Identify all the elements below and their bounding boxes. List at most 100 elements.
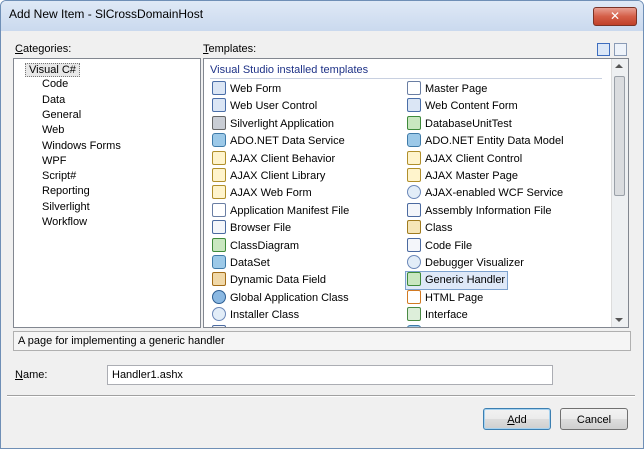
category-item[interactable]: Reporting	[42, 185, 90, 197]
template-item[interactable]: DataSet	[212, 255, 270, 272]
title-bar: Add New Item - SlCrossDomainHost ✕	[1, 1, 643, 31]
category-item[interactable]: Windows Forms	[42, 140, 121, 152]
ajax-icon	[407, 150, 421, 165]
template-item[interactable]: AJAX Client Library	[212, 168, 325, 185]
template-label: DatabaseUnitTest	[425, 117, 512, 130]
template-item[interactable]: Application Manifest File	[212, 202, 350, 220]
template-item[interactable]: Silverlight Application	[212, 115, 334, 133]
template-item[interactable]: Assembly Information File	[407, 202, 552, 220]
category-item[interactable]: Web	[42, 124, 64, 136]
scroll-down-icon[interactable]	[615, 318, 623, 322]
category-item[interactable]: Code	[42, 78, 68, 90]
template-item[interactable]: Web User Control	[212, 98, 317, 115]
interface-icon	[407, 307, 421, 322]
template-item[interactable]: ADO.NET Data Service	[212, 133, 345, 150]
class-icon	[407, 220, 421, 235]
unit-test-icon	[407, 115, 421, 130]
template-label: Code File	[425, 239, 473, 252]
category-item[interactable]: General	[42, 109, 81, 121]
template-item[interactable]: Global Application Class	[212, 289, 349, 307]
templates-list[interactable]: Visual Studio installed templates Web Fo…	[203, 58, 629, 328]
category-item[interactable]: Visual C#	[25, 63, 80, 77]
template-item[interactable]: Installer Class	[212, 307, 299, 324]
template-label: Installer Class	[230, 309, 300, 322]
add-button[interactable]: Add	[483, 408, 551, 430]
name-input[interactable]: Handler1.ashx	[107, 365, 553, 385]
category-item[interactable]: Script#	[42, 170, 76, 182]
ajax-icon	[212, 150, 226, 165]
add-new-item-dialog: Add New Item - SlCrossDomainHost ✕ Categ…	[0, 0, 644, 449]
template-label: ADO.NET Data Service	[230, 135, 345, 148]
category-item[interactable]: Workflow	[42, 216, 87, 228]
template-item[interactable]: Debugger Visualizer	[407, 255, 524, 272]
web-user-control-icon	[212, 98, 226, 113]
template-label: HTML Page	[425, 291, 484, 304]
template-item[interactable]: HTML Page	[407, 289, 484, 307]
ajax-icon	[212, 185, 226, 200]
template-item[interactable]: Interface	[407, 307, 468, 324]
template-item[interactable]: Dynamic Data Field	[212, 272, 326, 289]
wcf-icon	[407, 185, 421, 200]
templates-label: Templates:	[203, 43, 257, 55]
template-item[interactable]: AJAX Web Form	[212, 185, 312, 202]
template-label: JScript File	[230, 327, 284, 328]
category-item[interactable]: WPF	[42, 155, 66, 167]
template-label: Assembly Information File	[425, 204, 552, 217]
installer-icon	[212, 307, 226, 322]
assembly-icon	[407, 202, 421, 217]
templates-scrollbar[interactable]	[611, 59, 628, 327]
scroll-up-icon[interactable]	[615, 64, 623, 68]
template-label: ClassDiagram	[230, 239, 300, 252]
master-page-icon	[407, 81, 421, 95]
close-button[interactable]: ✕	[593, 7, 637, 26]
linq-icon	[407, 324, 421, 327]
templates-group-heading: Visual Studio installed templates	[210, 64, 602, 79]
category-item[interactable]: Data	[42, 94, 65, 106]
template-item[interactable]: AJAX-enabled WCF Service	[407, 185, 563, 202]
template-item[interactable]: Master Page	[407, 81, 487, 98]
silverlight-icon	[212, 115, 226, 130]
template-label: Web Content Form	[425, 100, 518, 113]
ajax-icon	[212, 168, 226, 182]
dynamic-data-icon	[212, 272, 226, 287]
script-icon	[212, 324, 226, 327]
template-item[interactable]: Web Content Form	[407, 98, 518, 115]
template-item[interactable]: ADO.NET Entity Data Model	[407, 133, 564, 150]
template-item[interactable]: Code File	[407, 237, 473, 255]
web-form-icon	[212, 81, 226, 95]
template-label: Browser File	[230, 222, 292, 235]
categories-tree[interactable]: Visual C# Code Data General Web Windows Forms…	[13, 58, 201, 328]
template-item[interactable]: DatabaseUnitTest	[407, 115, 512, 133]
template-item[interactable]: ClassDiagram	[212, 237, 300, 255]
globe-icon	[212, 289, 226, 304]
template-description: A page for implementing a generic handle…	[13, 331, 631, 351]
template-label: AJAX Web Form	[230, 187, 312, 200]
scroll-thumb[interactable]	[614, 76, 625, 196]
template-item[interactable]: JScript File	[212, 324, 284, 328]
template-label: AJAX Client Behavior	[230, 152, 336, 165]
template-label: Dynamic Data Field	[230, 274, 326, 287]
cancel-button[interactable]: Cancel	[560, 408, 628, 430]
template-item[interactable]: Browser File	[212, 220, 291, 237]
class-diagram-icon	[212, 237, 226, 252]
template-label: Global Application Class	[230, 291, 349, 304]
template-item[interactable]: Class	[407, 220, 453, 237]
category-item[interactable]: Silverlight	[42, 201, 90, 213]
large-icons-view-icon[interactable]	[597, 43, 610, 56]
template-label: Class	[425, 222, 453, 235]
small-icons-view-icon[interactable]	[614, 43, 627, 56]
template-item[interactable]: AJAX Master Page	[407, 168, 518, 185]
template-label: Silverlight Application	[230, 117, 334, 130]
template-label: LINQ to SQL Classes	[425, 327, 530, 328]
template-item[interactable]: LINQ to SQL Classes	[407, 324, 530, 328]
content-form-icon	[407, 98, 421, 113]
template-label: Application Manifest File	[230, 204, 350, 217]
template-item[interactable]: AJAX Client Control	[407, 150, 522, 168]
template-item[interactable]: Generic Handler	[405, 271, 509, 291]
entity-model-icon	[407, 133, 421, 148]
template-item[interactable]: AJAX Client Behavior	[212, 150, 336, 168]
ajax-icon	[407, 168, 421, 182]
window-title: Add New Item - SlCrossDomainHost	[9, 7, 204, 21]
template-item[interactable]: Web Form	[212, 81, 281, 98]
divider	[7, 395, 635, 397]
